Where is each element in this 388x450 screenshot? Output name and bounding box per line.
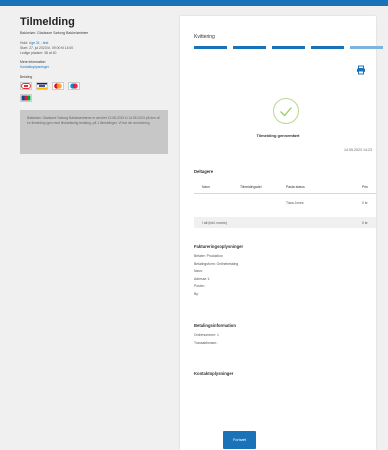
receipt-date: 14.05.2023 14:23 [344,148,372,152]
progress-steps [194,46,383,49]
event-meta: Hold: Uge 31 - test Start: 27. jul 2023 … [20,41,172,56]
event-name: Bakkeløn: Gladsaxe Søborg Bakkeløntræe [20,31,89,35]
contact-title: Kontaktoplysninger [194,371,234,376]
contact-info-link[interactable]: Kontaktoplysninger [20,65,172,70]
row-price: 0 kr. [362,201,369,205]
total-label: I alt (inkl. moms) [202,221,227,225]
jcb-icon [20,94,32,102]
row-name: Tiara Jones [286,201,304,205]
continue-button[interactable]: Fortsæt [223,431,256,449]
table-row: Tiara Jones 0 kr. [194,197,376,209]
more-info: Mere information Kontaktoplysninger [20,60,172,70]
meta-seats: Ledige pladser: 38 af 40 [20,51,57,55]
payment-methods [20,82,90,102]
payment-info-details: Ordrenummer: 1 Transaktionsnr.: [194,333,219,345]
participants-table-header: Navn Tilmeldingsdel Pasta status Pris [194,181,376,194]
step-2 [233,46,266,49]
payment-info-title: Betalingsinformation [194,323,236,328]
invoice-title: Faktureringsoplysninger [194,244,244,249]
step-3 [272,46,305,49]
maestro-icon [68,82,80,90]
dankort-icon [20,82,32,90]
col-status: Pasta status [286,185,305,189]
visa-icon [36,82,48,90]
hold-link[interactable]: Uge 31 - test [29,41,48,45]
total-row: I alt (inkl. moms) 0 kr. [194,217,376,228]
participants-title: Deltagere [194,169,214,174]
mastercard-icon [52,82,64,90]
success-message: Tilmelding gennemført [256,133,300,138]
step-5 [350,46,383,49]
payment-label: Betaling [20,75,33,79]
notice-box: Bakkeløn: Gladsaxe Søborg Bakkeløntræne … [20,110,168,154]
total-value: 0 kr. [362,221,369,225]
step-1 [194,46,227,49]
step-4 [311,46,344,49]
invoice-details: Betaler: Produktion Betalingsform: Onlin… [194,254,239,296]
checkmark-icon [273,98,299,124]
col-price: Pris [362,185,368,189]
top-accent-bar [0,0,388,6]
printer-icon[interactable] [356,62,366,75]
receipt-title: Kvittering [194,34,215,40]
col-registration: Tilmeldingsdel [240,185,262,189]
event-summary-panel: Tilmelding Bakkeløn: Gladsaxe Søborg Bak… [20,16,172,154]
page-title: Tilmelding [20,16,75,28]
col-name: Navn [202,185,210,189]
receipt-panel: Kvittering Tilmelding gennemført 14.05.2… [180,16,383,450]
